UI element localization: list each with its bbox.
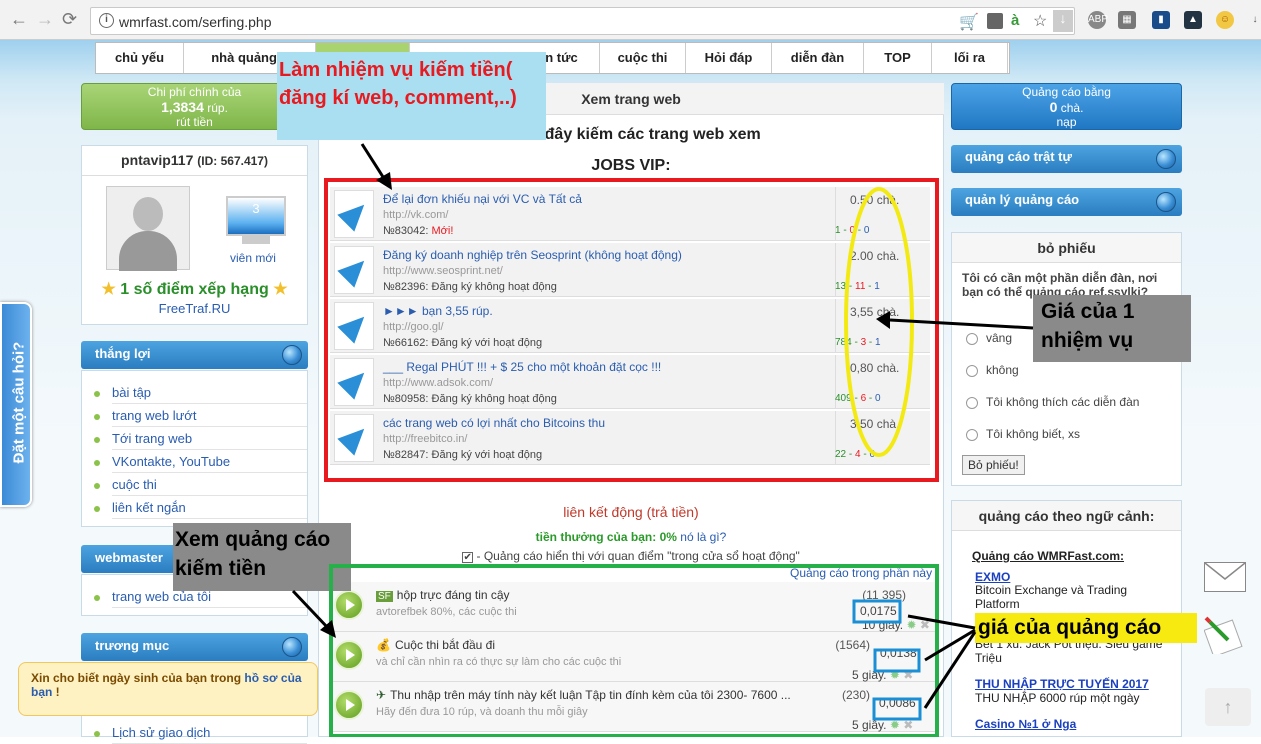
ads-highlight-box (329, 564, 939, 737)
arrow-line (360, 143, 387, 181)
arrow-head (376, 172, 392, 190)
ad-price-highlight (852, 599, 902, 624)
arrow-line (291, 589, 330, 630)
arrow-head (876, 311, 890, 329)
ad-price-highlight (873, 648, 921, 673)
ad-price-highlight (872, 697, 922, 721)
arrow-line (907, 614, 976, 630)
annotation-arrows (291, 143, 1034, 737)
